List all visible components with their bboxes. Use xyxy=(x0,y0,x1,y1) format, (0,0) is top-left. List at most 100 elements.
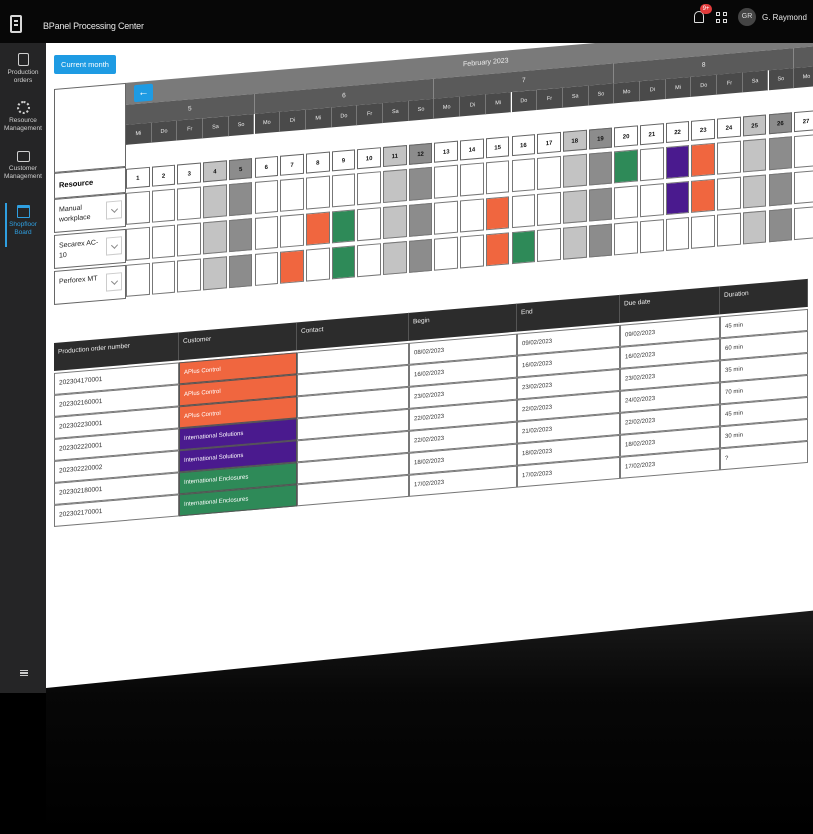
schedule-cell[interactable] xyxy=(434,164,459,199)
date-cell[interactable]: 14 xyxy=(460,138,484,161)
schedule-cell[interactable] xyxy=(408,202,433,237)
scheduled-block[interactable] xyxy=(692,143,715,176)
schedule-cell[interactable] xyxy=(588,223,613,258)
schedule-cell[interactable] xyxy=(768,172,793,207)
schedule-cell[interactable] xyxy=(640,147,664,182)
date-cell[interactable]: 10 xyxy=(357,147,381,170)
schedule-cell[interactable] xyxy=(203,256,227,291)
schedule-cell[interactable] xyxy=(768,208,793,243)
date-cell[interactable]: 4 xyxy=(203,160,227,183)
schedule-cell[interactable] xyxy=(537,227,561,262)
schedule-cell[interactable] xyxy=(434,200,459,235)
date-cell[interactable]: 3 xyxy=(177,162,202,185)
schedule-cell[interactable] xyxy=(383,241,407,276)
schedule-cell[interactable] xyxy=(408,166,433,201)
avatar[interactable]: GR xyxy=(738,8,756,26)
schedule-cell[interactable] xyxy=(640,183,664,218)
schedule-cell[interactable] xyxy=(203,184,227,219)
date-cell[interactable]: 20 xyxy=(614,125,638,148)
schedule-cell[interactable] xyxy=(177,258,202,293)
schedule-cell[interactable] xyxy=(768,136,793,171)
schedule-cell[interactable] xyxy=(562,189,587,224)
schedule-cell[interactable] xyxy=(665,216,690,252)
scheduled-block[interactable] xyxy=(615,150,637,183)
schedule-cell[interactable] xyxy=(742,174,767,209)
sidebar-item-resource-management[interactable]: Resource Management xyxy=(0,101,46,132)
schedule-cell[interactable] xyxy=(511,194,536,229)
scheduled-block[interactable] xyxy=(486,197,509,230)
schedule-cell[interactable] xyxy=(794,170,813,205)
schedule-cell[interactable] xyxy=(357,171,381,206)
schedule-cell[interactable] xyxy=(126,226,150,261)
resource-dropdown[interactable] xyxy=(106,272,122,292)
schedule-cell[interactable] xyxy=(280,177,304,212)
schedule-cell[interactable] xyxy=(614,221,638,256)
schedule-cell[interactable] xyxy=(383,205,407,240)
schedule-cell[interactable] xyxy=(691,214,716,249)
schedule-cell[interactable] xyxy=(794,206,813,241)
date-cell[interactable]: 17 xyxy=(537,131,561,154)
schedule-cell[interactable] xyxy=(254,251,279,286)
schedule-cell[interactable] xyxy=(460,198,484,233)
schedule-cell[interactable] xyxy=(794,134,813,169)
schedule-cell[interactable] xyxy=(177,222,202,257)
sidebar-item-customer-management[interactable]: Customer Management xyxy=(0,151,46,180)
schedule-cell[interactable] xyxy=(742,138,767,173)
date-cell[interactable]: 21 xyxy=(640,123,664,146)
date-cell[interactable]: 16 xyxy=(511,134,536,157)
date-cell[interactable]: 13 xyxy=(434,140,459,163)
schedule-cell[interactable] xyxy=(434,236,459,271)
apps-grid-icon[interactable] xyxy=(716,12,728,24)
schedule-cell[interactable] xyxy=(305,247,330,282)
schedule-cell[interactable] xyxy=(151,260,176,295)
date-cell[interactable]: 12 xyxy=(408,142,433,165)
date-cell[interactable]: 6 xyxy=(254,155,279,178)
schedule-cell[interactable] xyxy=(717,140,741,175)
schedule-cell[interactable] xyxy=(588,151,613,186)
date-cell[interactable]: 18 xyxy=(562,129,587,152)
schedule-cell[interactable] xyxy=(151,188,176,223)
schedule-cell[interactable] xyxy=(228,254,253,289)
schedule-cell[interactable] xyxy=(203,220,227,255)
schedule-cell[interactable] xyxy=(357,243,381,278)
schedule-cell[interactable] xyxy=(228,182,253,217)
scheduled-block[interactable] xyxy=(666,146,689,178)
schedule-cell[interactable] xyxy=(562,225,587,260)
date-cell[interactable]: 2 xyxy=(151,164,176,187)
date-cell[interactable]: 25 xyxy=(742,114,767,137)
date-cell[interactable]: 9 xyxy=(331,149,356,172)
resource-dropdown[interactable] xyxy=(106,200,122,220)
date-cell[interactable]: 27 xyxy=(794,110,813,133)
schedule-cell[interactable] xyxy=(588,187,613,222)
schedule-cell[interactable] xyxy=(305,175,330,210)
schedule-cell[interactable] xyxy=(383,169,407,204)
schedule-cell[interactable] xyxy=(537,155,561,190)
schedule-cell[interactable] xyxy=(228,218,253,253)
date-cell[interactable]: 26 xyxy=(768,112,793,135)
date-cell[interactable]: 11 xyxy=(383,145,407,168)
scheduled-block[interactable] xyxy=(692,179,715,212)
date-cell[interactable]: 22 xyxy=(665,120,690,144)
schedule-cell[interactable] xyxy=(280,213,304,248)
schedule-cell[interactable] xyxy=(640,219,664,254)
hamburger-icon[interactable] xyxy=(20,670,28,676)
date-cell[interactable]: 15 xyxy=(485,136,510,159)
schedule-cell[interactable] xyxy=(742,210,767,245)
date-cell[interactable]: 24 xyxy=(717,116,741,139)
resource-dropdown[interactable] xyxy=(106,236,122,256)
scheduled-block[interactable] xyxy=(486,233,509,266)
current-month-button[interactable]: Current month xyxy=(54,55,116,74)
date-cell[interactable]: 1 xyxy=(126,166,150,189)
schedule-cell[interactable] xyxy=(460,234,484,269)
user-name[interactable]: G. Raymond xyxy=(762,13,807,22)
schedule-cell[interactable] xyxy=(151,224,176,259)
schedule-cell[interactable] xyxy=(717,176,741,211)
schedule-cell[interactable] xyxy=(126,190,150,225)
sidebar-item-shopfloor-board[interactable]: Shopfloor Board xyxy=(0,203,46,247)
date-cell[interactable]: 19 xyxy=(588,127,613,150)
schedule-cell[interactable] xyxy=(717,212,741,247)
schedule-cell[interactable] xyxy=(614,185,638,220)
schedule-cell[interactable] xyxy=(408,238,433,273)
date-cell[interactable]: 23 xyxy=(691,118,716,141)
schedule-cell[interactable] xyxy=(254,215,279,250)
